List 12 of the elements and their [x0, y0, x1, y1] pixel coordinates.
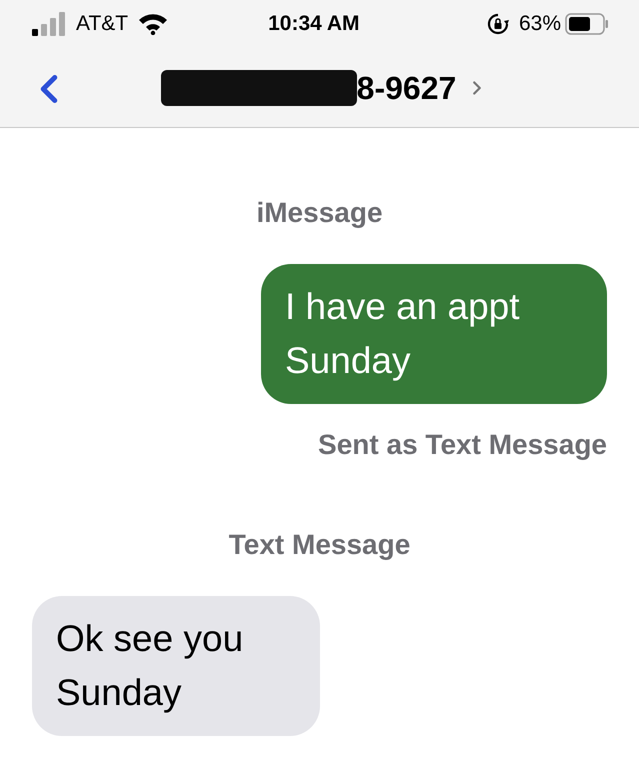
carrier-name: AT&T — [76, 11, 128, 38]
delivery-note: Sent as Text Message — [318, 428, 607, 462]
battery-icon — [565, 13, 609, 35]
wifi-icon — [138, 13, 168, 35]
received-bubble: Ok see you Sunday — [32, 596, 320, 736]
service-label: Text Message — [228, 528, 410, 562]
service-label: iMessage — [256, 196, 383, 230]
contact-title[interactable]: 8-9627 — [356, 64, 456, 112]
sent-bubble: I have an appt Sunday — [261, 264, 607, 404]
clock-time: 10:34 AM — [268, 11, 360, 38]
rotation-lock-icon — [486, 13, 509, 35]
battery-percent: 63% — [518, 11, 561, 38]
